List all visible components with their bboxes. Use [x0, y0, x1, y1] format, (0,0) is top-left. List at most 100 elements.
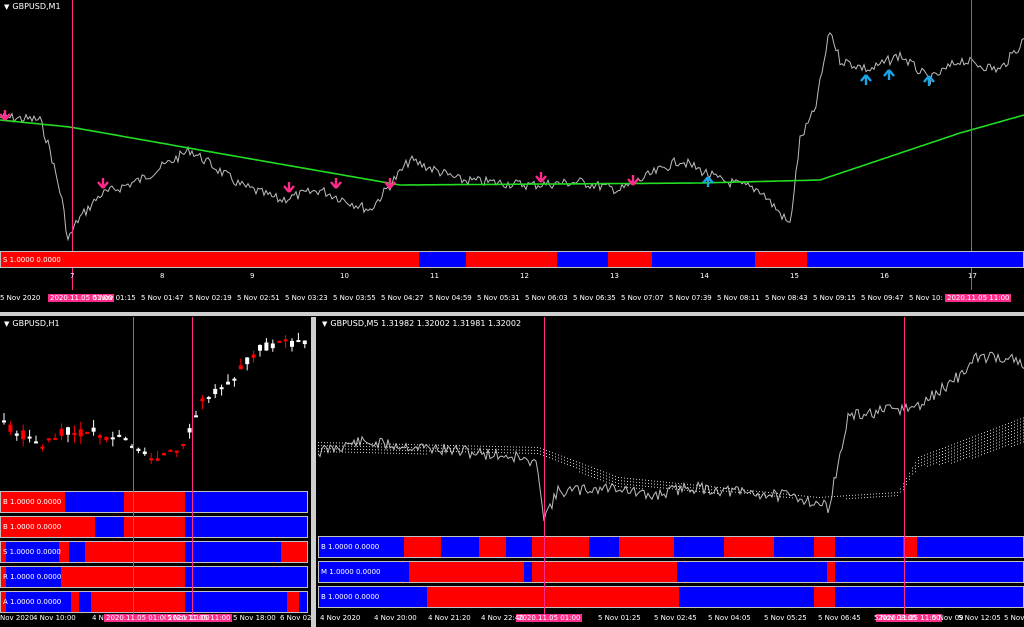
cloud-dot: [954, 461, 955, 463]
cloud-dot: [519, 452, 520, 454]
cloud-dot: [888, 492, 889, 494]
cloud-dot: [453, 448, 454, 450]
cloud-dot: [444, 447, 445, 449]
cloud-dot: [492, 451, 493, 453]
top-time-tick-label: 5 Nov 05:31: [477, 294, 520, 302]
cloud-dot: [933, 460, 934, 462]
cloud-dot: [759, 494, 760, 496]
cloud-dot: [909, 472, 910, 474]
cloud-dot: [996, 442, 997, 444]
left-band-label: R 1.0000 0.0000: [3, 573, 62, 581]
cloud-dot: [960, 441, 961, 443]
right-band-segment: [589, 537, 619, 557]
cloud-dot: [975, 435, 976, 437]
top-day-tick-label: 13: [610, 272, 619, 280]
cloud-dot: [669, 485, 670, 487]
cloud-dot: [495, 449, 496, 451]
cloud-dot: [606, 481, 607, 483]
cloud-dot: [912, 467, 913, 469]
cloud-dot: [930, 452, 931, 454]
cloud-dot: [501, 446, 502, 448]
cloud-dot: [603, 474, 604, 476]
cloud-dot: [969, 443, 970, 445]
cloud-dot: [474, 445, 475, 447]
cloud-dot: [663, 481, 664, 483]
cloud-dot: [516, 446, 517, 448]
cloud-dot: [993, 434, 994, 436]
cloud-dot: [762, 491, 763, 493]
cloud-dot: [582, 466, 583, 468]
top-price-plot[interactable]: [0, 0, 1024, 250]
top-day-tick-label: 12: [520, 272, 529, 280]
cloud-dot: [384, 446, 385, 448]
cloud-dot: [1005, 436, 1006, 438]
cloud-dot: [600, 476, 601, 478]
cloud-dot: [438, 444, 439, 446]
cloud-dot: [1017, 431, 1018, 433]
top-band-segment: [1, 252, 419, 267]
cloud-dot: [1005, 430, 1006, 432]
cloud-dot: [624, 480, 625, 482]
right-band-segment: [404, 537, 441, 557]
cloud-dot: [435, 450, 436, 452]
cloud-dot: [366, 452, 367, 454]
cloud-dot: [984, 432, 985, 434]
cloud-dot: [408, 447, 409, 449]
left-band-segment: [71, 592, 79, 612]
cloud-dot: [708, 489, 709, 490]
cloud-dot: [1020, 424, 1021, 426]
cloud-dot: [942, 460, 943, 461]
cloud-dot: [990, 432, 991, 434]
left-band-segment: [85, 542, 101, 562]
left-time-tick-label: 5 Nov 18:00: [233, 614, 276, 622]
right-indicator-band: M 1.0000 0.0000: [318, 561, 1024, 583]
cloud-dot: [723, 487, 724, 489]
cloud-dot: [324, 445, 325, 447]
cloud-dot: [1002, 437, 1003, 439]
right-price-plot[interactable]: [318, 317, 1024, 532]
cloud-dot: [966, 453, 967, 455]
cloud-dot: [462, 451, 463, 453]
cloud-dot: [531, 449, 532, 451]
cloud-dot: [390, 452, 391, 454]
horizontal-splitter[interactable]: [0, 312, 1024, 316]
cloud-dot: [411, 453, 412, 455]
cloud-dot: [399, 449, 400, 451]
cloud-dot: [975, 441, 976, 443]
cloud-dot: [786, 493, 787, 495]
cloud-dot: [660, 481, 661, 483]
left-band-label: B 1.0000 0.0000: [3, 498, 62, 506]
vertical-splitter[interactable]: [311, 317, 316, 627]
cloud-dot: [354, 451, 355, 453]
top-chart-pane[interactable]: ▼ GBPUSD,M1 S 1.0000 0.0000 7 8 9 10 11 12 13 14…: [0, 0, 1024, 312]
cloud-dot: [924, 460, 925, 462]
right-band-segment: [506, 537, 532, 557]
cloud-dot: [342, 451, 343, 453]
cloud-dot: [990, 441, 991, 443]
cloud-dot: [567, 460, 568, 462]
cloud-dot: [612, 483, 613, 485]
cloud-dot: [588, 474, 589, 476]
cloud-dot: [978, 455, 979, 457]
cloud-dot: [510, 452, 511, 454]
top-vertical-marker-left: [72, 0, 73, 290]
left-chart-pane[interactable]: ▼ GBPUSD,H1 B 1.0000 0.0000 B 1.0000 0.000…: [0, 317, 311, 627]
cloud-dot: [540, 447, 541, 449]
cloud-dot: [342, 442, 343, 444]
cloud-dot: [744, 492, 745, 494]
cloud-dot: [750, 493, 751, 495]
cloud-dot: [318, 442, 319, 443]
cloud-dot: [780, 493, 781, 495]
left-price-plot[interactable]: [0, 317, 310, 487]
cloud-dot: [711, 489, 712, 491]
cloud-dot: [756, 490, 757, 492]
cloud-dot: [336, 448, 337, 450]
cloud-dot: [513, 449, 514, 451]
cloud-dot: [339, 451, 340, 453]
cloud-dot: [387, 446, 388, 448]
right-chart-pane[interactable]: ▼ GBPUSD,M5 1.31982 1.32002 1.31981 1.320…: [318, 317, 1024, 627]
cloud-dot: [984, 441, 985, 443]
buy-arrow-icon: [923, 75, 935, 86]
cloud-dot: [711, 492, 712, 494]
cloud-dot: [549, 457, 550, 459]
